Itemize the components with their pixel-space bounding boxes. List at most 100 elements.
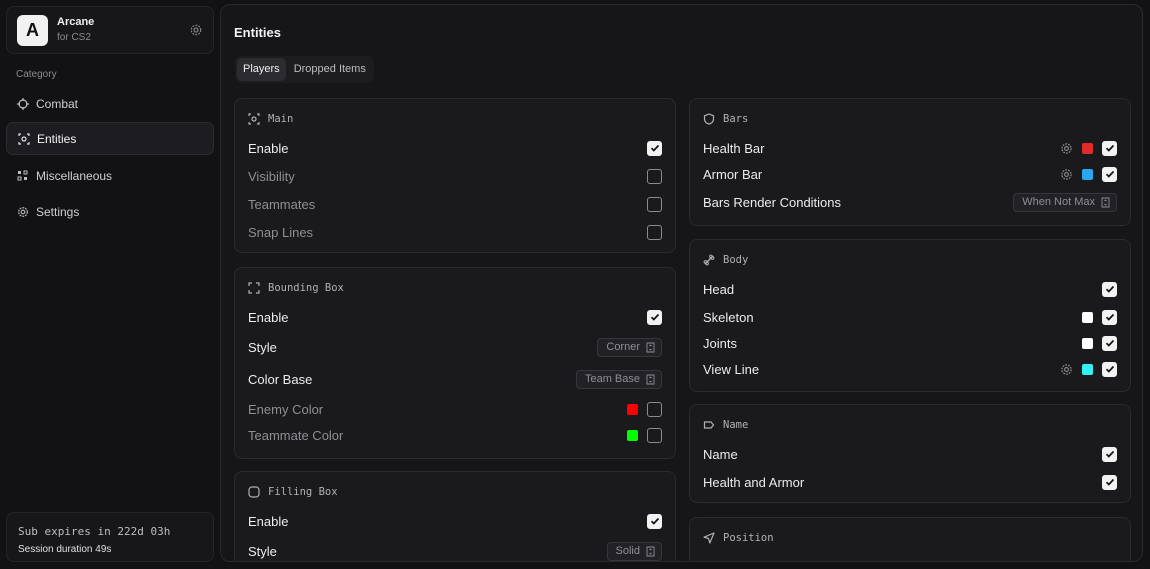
bbox-style-select[interactable]: Corner [597,337,662,357]
subscription-box: Sub expires in 222d 03h Session duration… [6,512,214,562]
armor-bar-color-swatch[interactable] [1082,168,1093,180]
health-bar-row: Health Bar [703,138,1117,158]
body-head-checkbox[interactable] [1102,281,1117,297]
row-label: Enemy Color [248,401,324,417]
row-label: Health and Armor [703,474,805,490]
health-bar-color-swatch[interactable] [1082,142,1093,154]
app-name: Arcane [57,16,95,28]
tag-icon [703,419,715,431]
chevron-updown-icon [646,546,655,557]
gear-icon[interactable] [1060,142,1073,155]
page-title: Entities [234,25,281,40]
armor-bar-row: Armor Bar [703,164,1117,184]
sidebar-item-entities[interactable]: Entities [6,122,214,155]
sidebar-item-settings[interactable]: Settings [6,195,214,228]
gear-icon[interactable] [1060,363,1073,376]
grid-icon [17,170,29,182]
row-label: View Line [703,361,760,377]
gear-icon[interactable] [1060,168,1073,181]
main-enable-row: Enable [248,138,662,158]
row-label: Visibility [248,168,295,184]
skeleton-color-swatch[interactable] [1082,311,1093,323]
bone-icon [703,254,715,266]
main-visibility-row: Visibility [248,166,662,186]
card-name: Name Name Health and Armor [689,404,1131,503]
bars-render-conditions-row: Bars Render Conditions When Not Max [703,192,1117,212]
sidebar-item-label: Combat [36,96,79,111]
app-logo: A [17,15,48,46]
chevron-updown-icon [646,374,655,385]
tab-bar: Players Dropped Items [235,56,374,83]
tab-players[interactable]: Players [237,58,286,81]
bbox-color-base-row: Color Base Team Base [248,369,662,389]
health-bar-checkbox[interactable] [1102,140,1117,156]
gear-icon[interactable] [189,23,203,37]
body-joints-row: Joints [703,333,1117,353]
main-teammates-checkbox[interactable] [647,196,662,212]
main-enable-checkbox[interactable] [647,140,662,156]
main-panel: Entities Players Dropped Items Main Enab… [220,4,1143,562]
card-title: Main [268,113,294,125]
select-value: Corner [606,341,640,353]
main-snap-lines-checkbox[interactable] [647,224,662,240]
card-bars: Bars Health Bar Armor Bar Bars Render Co… [689,98,1131,226]
sidebar-item-combat[interactable]: Combat [6,87,214,120]
sidebar-item-label: Miscellaneous [36,168,113,183]
filling-enable-checkbox[interactable] [647,513,662,529]
card-filling-box: Filling Box Enable Style Solid [234,471,676,561]
enemy-color-checkbox[interactable] [647,401,662,417]
name-name-checkbox[interactable] [1102,446,1117,462]
select-value: Solid [615,545,640,557]
enemy-color-swatch[interactable] [627,403,638,415]
row-label: Enable [248,513,289,529]
row-label: Teammate Color [248,427,344,443]
body-joints-checkbox[interactable] [1102,335,1117,351]
filling-enable-row: Enable [248,511,662,531]
crosshair-icon [17,97,29,110]
main-visibility-checkbox[interactable] [647,168,662,184]
teammate-color-swatch[interactable] [627,429,638,441]
body-skeleton-checkbox[interactable] [1102,309,1117,325]
main-teammates-row: Teammates [248,194,662,214]
chevron-updown-icon [1101,197,1110,208]
row-label: Snap Lines [248,224,314,240]
filling-style-select[interactable]: Solid [606,541,662,561]
card-title: Name [723,419,749,431]
body-skeleton-row: Skeleton [703,307,1117,327]
card-title: Bars [723,113,749,125]
sidebar-item-label: Settings [36,204,80,219]
sidebar-item-miscellaneous[interactable]: Miscellaneous [6,159,214,192]
view-line-color-swatch[interactable] [1082,363,1093,375]
card-title: Body [723,254,749,266]
row-label: Joints [703,335,737,351]
bounding-box-icon [248,282,260,294]
bbox-teammate-color-row: Teammate Color [248,425,662,445]
card-header: Bars [703,113,748,125]
row-label: Style [248,339,277,355]
teammate-color-checkbox[interactable] [647,427,662,443]
name-health-armor-checkbox[interactable] [1102,474,1117,490]
gear-icon [17,206,29,218]
tab-dropped-items[interactable]: Dropped Items [288,58,372,81]
row-label: Skeleton [703,309,754,325]
bbox-enemy-color-row: Enemy Color [248,399,662,419]
joints-color-swatch[interactable] [1082,337,1093,349]
card-header: Name [703,419,748,431]
row-label: Name [703,446,738,462]
main-snap-lines-row: Snap Lines [248,222,662,242]
bbox-color-base-select[interactable]: Team Base [575,369,662,389]
row-label: Bars Render Conditions [703,194,842,210]
bars-render-select[interactable]: When Not Max [1013,192,1117,212]
card-position: Position [689,517,1131,561]
subscription-expiry: Sub expires in 222d 03h [18,525,171,538]
bbox-enable-checkbox[interactable] [647,309,662,325]
card-bounding-box: Bounding Box Enable Style Corner Color B… [234,267,676,459]
sidebar: A Arcane for CS2 Category Combat Entitie… [0,0,218,569]
armor-bar-checkbox[interactable] [1102,166,1117,182]
select-value: When Not Max [1022,196,1095,208]
session-duration: Session duration 49s [18,544,112,555]
bbox-enable-row: Enable [248,307,662,327]
app-subtitle: for CS2 [57,32,91,43]
body-view-line-checkbox[interactable] [1102,361,1117,377]
body-head-row: Head [703,279,1117,299]
